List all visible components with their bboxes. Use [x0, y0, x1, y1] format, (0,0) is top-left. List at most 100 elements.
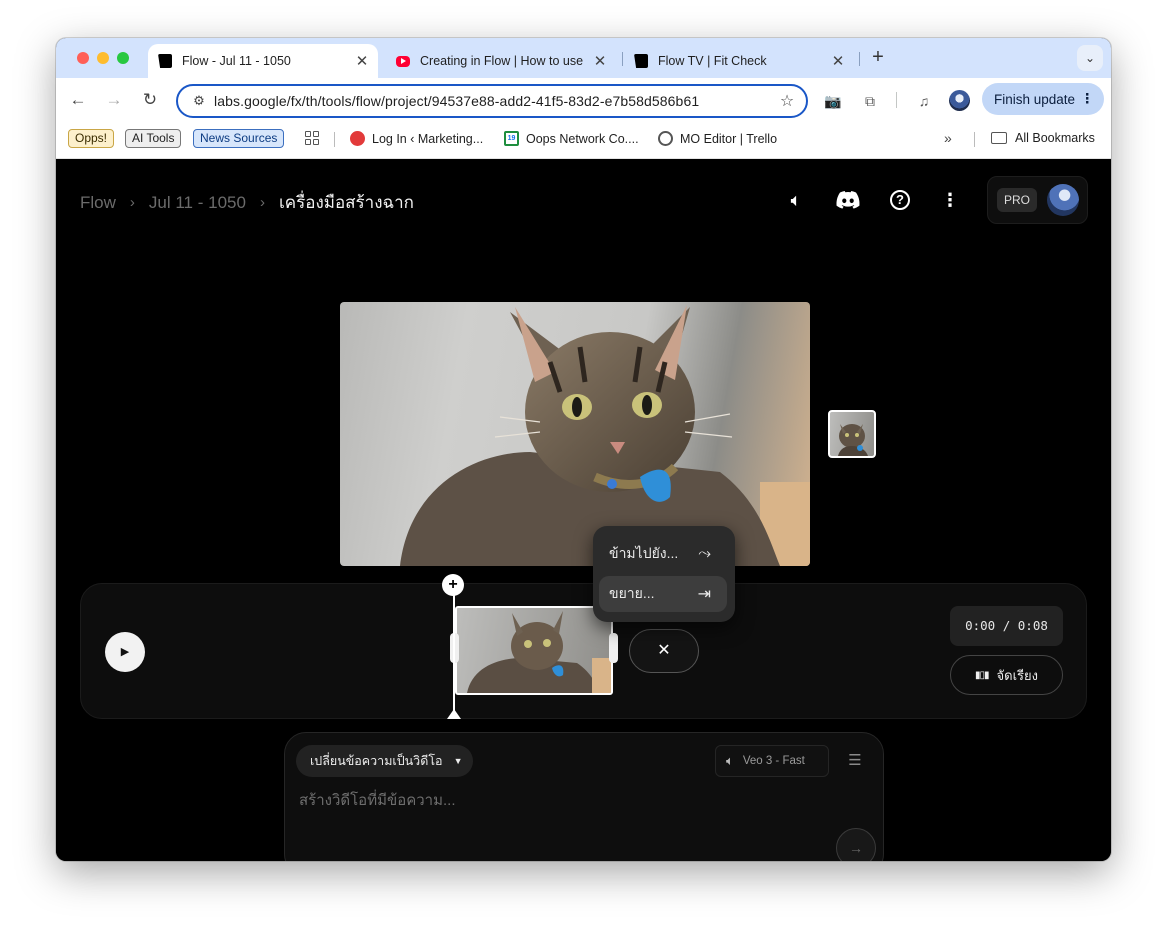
bookmark-oops-network[interactable]: 19 Oops Network Co....	[504, 131, 639, 146]
chrome-menu-icon[interactable]: ⋮	[1081, 91, 1095, 107]
help-icon[interactable]: ?	[890, 190, 910, 210]
close-window-button[interactable]	[77, 52, 89, 64]
more-vert-icon[interactable]: ⋮	[937, 187, 963, 213]
close-menu-button[interactable]: ✕	[629, 629, 699, 673]
flow-favicon-icon	[158, 54, 172, 68]
back-arrow-icon[interactable]: ←	[66, 88, 90, 112]
globe-favicon-icon	[658, 131, 673, 146]
arrange-label: จัดเรียง	[996, 667, 1038, 683]
breadcrumb: Flow › Jul 11 - 1050 › เครื่องมือสร้างฉา…	[80, 189, 414, 216]
tab-flow-project[interactable]: Flow - Jul 11 - 1050 ✕	[148, 44, 378, 78]
menu-item-label: ข้ามไปยัง...	[609, 545, 679, 561]
tab-flow-tv[interactable]: Flow TV | Fit Check ✕	[624, 44, 854, 78]
bookmark-label: MO Editor | Trello	[680, 131, 778, 146]
flow-app: Flow › Jul 11 - 1050 › เครื่องมือสร้างฉา…	[56, 159, 1111, 861]
bookmark-label: Oops Network Co....	[526, 131, 639, 146]
model-selector[interactable]: 🔈︎ Veo 3 - Fast	[715, 745, 829, 777]
chevron-right-icon: ›	[129, 194, 135, 211]
flow-favicon-icon	[634, 54, 648, 68]
zoom-window-button[interactable]	[117, 52, 129, 64]
profile-avatar[interactable]	[949, 90, 970, 111]
prompt-input[interactable]	[299, 788, 859, 812]
timeline-clip[interactable]	[455, 606, 613, 695]
clip-context-menu: ข้ามไปยัง... ⤳ ขยาย... ⇥	[593, 526, 735, 622]
tab-close-icon[interactable]: ✕	[590, 52, 610, 70]
address-bar[interactable]: ⚙ labs.google/fx/th/tools/flow/project/9…	[176, 84, 808, 118]
tab-creating-in-flow[interactable]: Creating in Flow | How to use ✕	[386, 44, 616, 78]
scene-thumbnail[interactable]	[828, 410, 876, 458]
menu-item-jump-to[interactable]: ข้ามไปยัง... ⤳	[599, 536, 727, 572]
browser-window: Flow - Jul 11 - 1050 ✕ Creating in Flow …	[56, 38, 1111, 861]
tab-close-icon[interactable]: ✕	[352, 52, 372, 70]
all-bookmarks-button[interactable]: All Bookmarks	[991, 131, 1095, 145]
pro-badge: PRO	[997, 188, 1038, 212]
cat-thumbnail-illustration	[838, 424, 868, 456]
menu-item-extend[interactable]: ขยาย... ⇥	[599, 576, 727, 612]
send-arrow-icon[interactable]: →	[836, 828, 876, 861]
exit-arrow-icon: ⇥	[697, 586, 711, 603]
bookmark-news-sources[interactable]: News Sources	[193, 129, 285, 148]
tab-title: Creating in Flow | How to use	[420, 54, 584, 68]
camera-icon[interactable]: 📷	[822, 90, 844, 112]
bookmarks-bar: Opps! AI Tools News Sources Log In ‹ Mar…	[56, 122, 1111, 159]
speaker-icon: 🔈︎	[726, 753, 734, 768]
tab-close-icon[interactable]: ✕	[828, 52, 848, 70]
timeline-panel: ▶ + ✕ 0:00 / 0:08 ▮▯▮ จัดเรียง	[80, 574, 1087, 719]
mode-dropdown[interactable]: เปลี่ยนข้อความเป็นวิดีโอ ▼	[296, 745, 473, 777]
clip-thumbnail-illustration	[467, 611, 611, 693]
account-area[interactable]: PRO	[987, 176, 1088, 224]
browser-toolbar: ← → ↻ ⚙ labs.google/fx/th/tools/flow/pro…	[56, 78, 1111, 122]
chevron-right-icon: ›	[259, 194, 265, 211]
arrange-button[interactable]: ▮▯▮ จัดเรียง	[950, 655, 1063, 695]
settings-sliders-icon[interactable]: ☰	[845, 751, 865, 771]
playhead-marker-icon[interactable]	[447, 709, 461, 719]
menu-item-label: ขยาย...	[609, 585, 655, 601]
forward-arrow-icon[interactable]: →	[102, 88, 126, 112]
breadcrumb-current: เครื่องมือสร้างฉาก	[278, 193, 414, 212]
all-bookmarks-label: All Bookmarks	[1015, 131, 1095, 145]
tab-search-chevron-icon[interactable]: ⌄	[1077, 45, 1103, 71]
play-icon[interactable]: ▶	[105, 632, 145, 672]
apps-grid-icon[interactable]	[305, 131, 319, 145]
cat-illustration	[400, 305, 810, 566]
extensions-puzzle-icon[interactable]: ⧉	[859, 90, 881, 112]
scene-preview-image	[340, 302, 810, 566]
arrange-icon: ▮▯▮	[975, 669, 989, 681]
finish-update-label: Finish update	[994, 91, 1076, 107]
youtube-favicon-icon	[396, 55, 410, 67]
finish-update-button[interactable]: Finish update ⋮	[982, 83, 1104, 115]
bookmark-mo-editor[interactable]: MO Editor | Trello	[658, 131, 777, 146]
breadcrumb-root[interactable]: Flow	[80, 193, 116, 213]
add-clip-button[interactable]: +	[442, 574, 464, 596]
bookmark-label: Log In ‹ Marketing...	[372, 131, 484, 146]
site-favicon-icon	[350, 131, 365, 146]
toolbar-divider	[896, 92, 897, 108]
tab-divider	[622, 52, 623, 66]
breadcrumb-project[interactable]: Jul 11 - 1050	[149, 193, 246, 213]
bookmark-divider	[974, 132, 975, 147]
mode-label: เปลี่ยนข้อความเป็นวิดีโอ	[310, 754, 443, 768]
folder-icon	[991, 132, 1007, 144]
clip-trim-handle-right[interactable]	[609, 633, 618, 663]
tab-title: Flow - Jul 11 - 1050	[182, 54, 291, 68]
tab-strip: Flow - Jul 11 - 1050 ✕ Creating in Flow …	[56, 38, 1111, 78]
media-control-icon[interactable]: ♫	[913, 90, 935, 112]
bookmark-star-icon[interactable]: ☆	[772, 91, 802, 111]
reload-icon[interactable]: ↻	[138, 88, 162, 112]
merge-arrow-icon: ⤳	[698, 545, 711, 562]
url-text[interactable]: labs.google/fx/th/tools/flow/project/945…	[214, 93, 772, 109]
minimize-window-button[interactable]	[97, 52, 109, 64]
playhead[interactable]	[453, 583, 455, 711]
discord-icon[interactable]	[835, 187, 861, 213]
caret-down-icon: ▼	[453, 756, 463, 766]
bookmark-ai-tools[interactable]: AI Tools	[125, 129, 182, 148]
bookmarks-overflow-icon[interactable]: »	[944, 130, 952, 146]
bookmark-opps[interactable]: Opps!	[68, 129, 115, 148]
bookmark-log-in-marketing[interactable]: Log In ‹ Marketing...	[350, 131, 483, 146]
bookmark-divider	[334, 132, 335, 147]
site-settings-icon[interactable]: ⚙	[184, 93, 214, 109]
user-avatar[interactable]	[1047, 184, 1079, 216]
speaker-icon[interactable]: 🔈︎	[783, 187, 809, 213]
calendar-favicon-icon: 19	[504, 131, 519, 146]
new-tab-button[interactable]: +	[866, 46, 890, 70]
